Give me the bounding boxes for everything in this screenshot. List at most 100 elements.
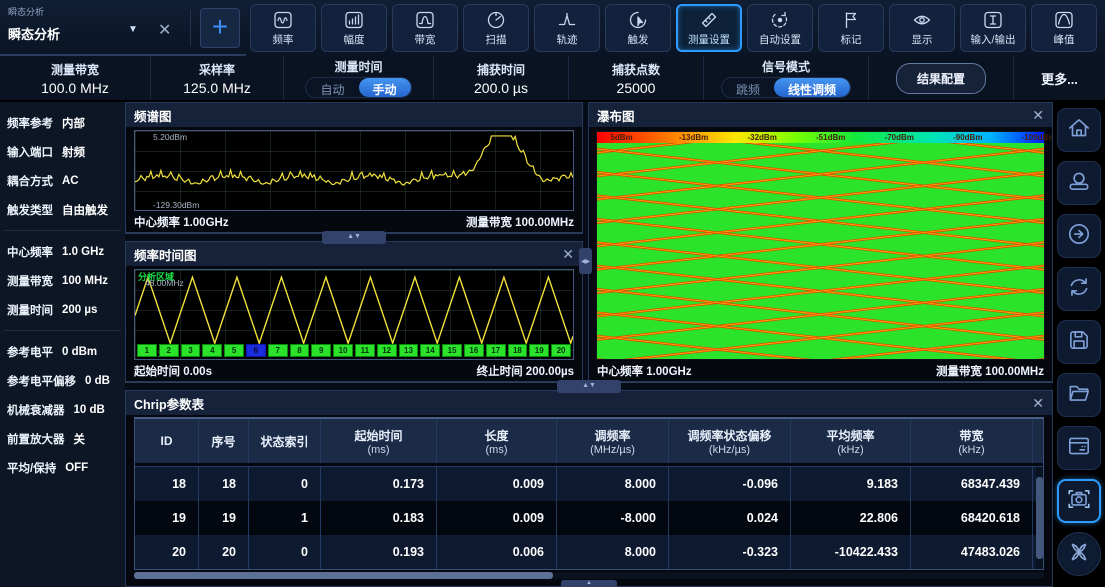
table-vertical-scrollbar[interactable] (1036, 467, 1043, 569)
toolbar-button-display[interactable]: 显示 (889, 4, 955, 52)
sidebar-item[interactable]: 中心频率1.0 GHz (0, 237, 125, 266)
settings-value[interactable]: 125.0 MHz (183, 80, 251, 96)
table-header-cell[interactable]: 平均频率(kHz) (791, 419, 911, 463)
table-horizontal-scrollbar[interactable] (134, 572, 1044, 579)
chirp-segment-4[interactable]: 4 (202, 344, 222, 357)
spectrum-plot[interactable]: 5.20dBm -129.30dBm (134, 130, 574, 211)
chirp-segment-8[interactable]: 8 (290, 344, 310, 357)
sidebar-item[interactable]: 测量时间200 µs (0, 295, 125, 324)
sidebar-item[interactable]: 平均/保持OFF (0, 453, 125, 482)
chirp-segment-11[interactable]: 11 (355, 344, 375, 357)
bottom-splitter-handle-icon[interactable]: ▲ (561, 580, 617, 587)
toggle-option[interactable]: 手动 (359, 78, 411, 97)
settings-value[interactable]: 100.0 MHz (41, 80, 109, 96)
toolbar-button-amplitude[interactable]: 幅度 (321, 4, 387, 52)
freqtime-plot[interactable]: 分析区域 48.00MHz -52.01MHz 1234567891011121… (134, 269, 574, 360)
freqtime-close-icon[interactable]: ✕ (562, 246, 574, 263)
sidebar-item[interactable]: 参考电平偏移0 dB (0, 366, 125, 395)
add-mode-button[interactable]: + (200, 8, 240, 48)
rail-button-refresh[interactable] (1057, 267, 1101, 311)
chirp-segment-3[interactable]: 3 (181, 344, 201, 357)
preset-icon (1066, 168, 1092, 199)
waterfall-plot[interactable]: 5dBm-13dBm-32dBm-51dBm-70dBm-90dBm-109dB… (596, 131, 1045, 360)
table-hscroll-thumb[interactable] (134, 572, 553, 579)
sidebar-item[interactable]: 机械衰减器10 dB (0, 395, 125, 424)
toggle-option[interactable]: 自动 (306, 78, 358, 97)
splitter-handle-icon[interactable]: ▲▼ (557, 380, 621, 393)
table-header-cell[interactable]: 起始时间(ms) (321, 419, 437, 463)
chirp-segment-10[interactable]: 10 (333, 344, 353, 357)
table-header-cell[interactable]: 调频率状态偏移(kHz/µs) (669, 419, 791, 463)
table-row[interactable]: 181800.1730.0098.000-0.0969.18368347.439 (135, 467, 1043, 501)
chirp-segment-14[interactable]: 14 (420, 344, 440, 357)
toolbar-button-auto-setup[interactable]: 自动设置 (747, 4, 813, 52)
table-row[interactable]: 202000.1930.0068.000-0.323-10422.4334748… (135, 535, 1043, 569)
chirp-segment-2[interactable]: 2 (159, 344, 179, 357)
sidebar-item[interactable]: 输入端口射频 (0, 137, 125, 166)
chirp-segment-6[interactable]: 6 (246, 344, 266, 357)
chirp-segment-20[interactable]: 20 (551, 344, 571, 357)
settings-value[interactable]: 200.0 µs (474, 80, 528, 96)
toolbar-button-sweep[interactable]: 扫描 (463, 4, 529, 52)
toolbar-button-marker[interactable]: 标记 (818, 4, 884, 52)
chirp-table[interactable]: ID序号状态索引起始时间(ms)长度(ms)调频率(MHz/µs)调频率状态偏移… (134, 417, 1044, 570)
toolbar-button-trace[interactable]: 轨迹 (534, 4, 600, 52)
rail-button-window[interactable] (1057, 426, 1101, 470)
toolbar-button-peak[interactable]: 峰值 (1031, 4, 1097, 52)
sidebar-item[interactable]: 前置放大器关 (0, 424, 125, 453)
bottom-splitter[interactable]: ▲ (126, 579, 1052, 586)
sidebar-item[interactable]: 触发类型自由触发 (0, 195, 125, 224)
result-config-button[interactable]: 结果配置 (896, 63, 986, 94)
toolbar-button-frequency[interactable]: 频率 (250, 4, 316, 52)
chirp-segment-12[interactable]: 12 (377, 344, 397, 357)
table-vscroll-thumb[interactable] (1036, 477, 1043, 559)
vertical-splitter[interactable]: ◀▶ (583, 102, 588, 382)
settings-value[interactable]: 25000 (617, 80, 656, 96)
mode-close-icon[interactable]: ✕ (158, 20, 171, 40)
rail-button-preset[interactable] (1057, 161, 1101, 205)
chirp-segment-1[interactable]: 1 (137, 344, 157, 357)
table-header-cell[interactable]: FI (1033, 419, 1044, 463)
rail-button-open-folder[interactable] (1057, 373, 1101, 417)
table-header-cell[interactable]: 调频率(MHz/µs) (557, 419, 669, 463)
toggle-option[interactable]: 跳频 (722, 78, 774, 97)
rail-button-save[interactable] (1057, 320, 1101, 364)
table-header-cell[interactable]: 序号 (199, 419, 249, 463)
toolbar-button-trigger[interactable]: 触发 (605, 4, 671, 52)
chirp-table-close-icon[interactable]: ✕ (1032, 395, 1044, 412)
table-header-cell[interactable]: 带宽(kHz) (911, 419, 1033, 463)
horizontal-splitter-2[interactable]: ▲▼ (125, 382, 1053, 390)
toolbar-button-measure-setup[interactable]: 测量设置 (676, 4, 742, 52)
table-header-cell[interactable]: 长度(ms) (437, 419, 557, 463)
chirp-segment-17[interactable]: 17 (486, 344, 506, 357)
sidebar-item[interactable]: 参考电平0 dBm (0, 337, 125, 366)
mode-tab[interactable]: 瞬态分析 瞬态分析 ▼ ✕ + (0, 0, 246, 56)
rail-button-forward[interactable] (1057, 214, 1101, 258)
table-row[interactable]: 191910.1830.009-8.0000.02422.80668420.61… (135, 501, 1043, 535)
chirp-segment-15[interactable]: 15 (442, 344, 462, 357)
chirp-segment-13[interactable]: 13 (399, 344, 419, 357)
sidebar-item[interactable]: 耦合方式AC (0, 166, 125, 195)
more-button[interactable]: 更多... (1041, 69, 1078, 88)
chirp-segment-9[interactable]: 9 (311, 344, 331, 357)
waterfall-close-icon[interactable]: ✕ (1032, 107, 1044, 124)
vertical-splitter-handle-icon[interactable]: ◀▶ (579, 248, 592, 274)
horizontal-splitter-1[interactable]: ▲▼ (125, 233, 583, 241)
table-header-cell[interactable]: 状态索引 (249, 419, 321, 463)
rail-button-home[interactable] (1057, 108, 1101, 152)
chirp-segment-7[interactable]: 7 (268, 344, 288, 357)
rail-button-brand-logo[interactable] (1057, 532, 1101, 576)
sidebar-item[interactable]: 频率参考内部 (0, 108, 125, 137)
sidebar-item[interactable]: 测量带宽100 MHz (0, 266, 125, 295)
chirp-segment-16[interactable]: 16 (464, 344, 484, 357)
chirp-segment-18[interactable]: 18 (508, 344, 528, 357)
chirp-segment-19[interactable]: 19 (529, 344, 549, 357)
toolbar-button-io[interactable]: 输入/输出 (960, 4, 1026, 52)
toolbar-button-bandwidth[interactable]: 带宽 (392, 4, 458, 52)
chirp-segment-5[interactable]: 5 (224, 344, 244, 357)
rail-button-screenshot[interactable] (1057, 479, 1101, 523)
table-header-cell[interactable]: ID (135, 419, 199, 463)
toggle-option[interactable]: 线性调频 (774, 78, 850, 97)
splitter-handle-icon[interactable]: ▲▼ (322, 231, 386, 244)
mode-dropdown-caret-icon[interactable]: ▼ (128, 24, 138, 35)
